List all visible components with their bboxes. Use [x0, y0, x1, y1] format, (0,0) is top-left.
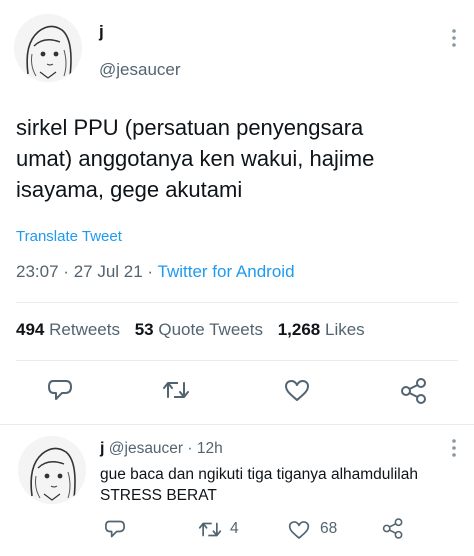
share-icon[interactable]	[400, 378, 428, 404]
retweets-label: Retweets	[49, 320, 120, 339]
share-icon[interactable]	[382, 518, 404, 539]
divider	[16, 360, 458, 361]
likes-label: Likes	[324, 320, 365, 339]
reply-retweet-count: 4	[230, 520, 239, 537]
tweet-date[interactable]: 27 Jul 21	[74, 262, 143, 281]
tweet-text: sirkel PPU (persatuan penyengsara umat) …	[16, 112, 466, 205]
likes-count: 1,268	[277, 320, 321, 339]
tweet-text-line: sirkel PPU (persatuan penyengsara	[16, 115, 364, 140]
retweet-icon[interactable]	[198, 520, 222, 539]
reply-icon[interactable]	[104, 519, 126, 539]
tweet-stats: 494 Retweets 53 Quote Tweets 1,268 Likes	[16, 320, 365, 340]
reply-text-line: gue baca dan ngikuti tiga tiganya alhamd…	[100, 466, 418, 483]
divider	[0, 424, 474, 425]
reply-text: gue baca dan ngikuti tiga tiganya alhamd…	[100, 464, 460, 506]
avatar-illustration	[18, 436, 86, 504]
avatar-illustration	[14, 14, 82, 82]
quote-label: Quote Tweets	[158, 320, 263, 339]
reply-header: j @jesaucer · 12h	[100, 440, 223, 458]
reply-like-count: 68	[320, 520, 338, 537]
reply-text-line: STRESS BERAT	[100, 487, 217, 504]
more-icon[interactable]	[448, 438, 460, 458]
meta-separator: ·	[63, 262, 69, 281]
likes-stat[interactable]: 1,268 Likes	[278, 320, 365, 339]
divider	[16, 302, 458, 303]
meta-separator: ·	[147, 262, 154, 281]
author-name[interactable]: j	[99, 22, 104, 42]
tweet-meta: 23:07 · 27 Jul 21 · Twitter for Android	[16, 262, 295, 282]
quote-count: 53	[134, 320, 154, 339]
author-avatar[interactable]	[14, 14, 82, 82]
translate-tweet-link[interactable]: Translate Tweet	[16, 228, 122, 245]
like-icon[interactable]	[284, 379, 310, 402]
reply-author-avatar[interactable]	[18, 436, 86, 504]
retweets-stat[interactable]: 494 Retweets	[16, 320, 120, 339]
reply-author-name[interactable]: j	[100, 440, 104, 457]
meta-separator: ·	[187, 440, 193, 457]
reply-author-handle[interactable]: @jesaucer	[109, 440, 183, 457]
reply-icon[interactable]	[47, 378, 73, 402]
author-handle[interactable]: @jesaucer	[99, 60, 181, 80]
tweet-text-line: isayama, gege akutami	[16, 177, 243, 202]
reply-age[interactable]: 12h	[197, 440, 223, 457]
tweet-time[interactable]: 23:07	[16, 262, 59, 281]
tweet-text-line: umat) anggotanya ken wakui, hajime	[16, 146, 375, 171]
more-icon[interactable]	[448, 28, 460, 48]
like-icon[interactable]	[288, 520, 310, 540]
retweets-count: 494	[16, 320, 45, 339]
retweet-icon[interactable]	[162, 379, 190, 401]
tweet-source[interactable]: Twitter for Android	[158, 262, 295, 281]
quote-stat[interactable]: 53 Quote Tweets	[135, 320, 263, 339]
